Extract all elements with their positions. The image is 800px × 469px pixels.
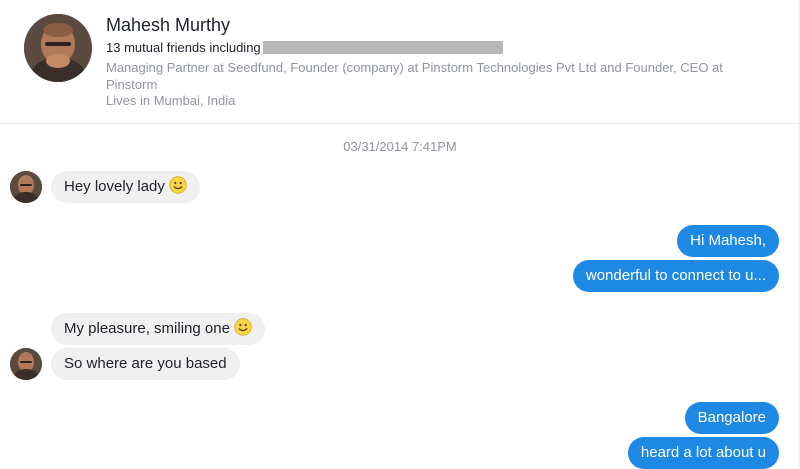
- redacted-names: [262, 41, 503, 54]
- message-text: heard a lot about u: [640, 444, 766, 461]
- sender-photo: [10, 348, 42, 380]
- mutual-friends-label: 13 mutual friends including: [106, 40, 261, 55]
- sender-avatar[interactable]: [10, 171, 42, 203]
- message-text: Hey lovely lady: [64, 178, 165, 195]
- sender-avatar[interactable]: [10, 348, 42, 380]
- conversation-timestamp: 03/31/2014 7:41PM: [343, 139, 457, 154]
- message-bubble-outgoing[interactable]: Hi Mahesh,: [677, 225, 779, 257]
- profile-header: Mahesh Murthy 13 mutual friends includin…: [0, 0, 798, 124]
- smile-emoji-icon: [234, 316, 252, 336]
- message-bubble-outgoing[interactable]: heard a lot about u: [627, 437, 779, 469]
- message-text: So where are you based: [64, 355, 227, 372]
- profile-location: Lives in Mumbai, India: [106, 93, 236, 108]
- smile-emoji-icon: [169, 174, 187, 194]
- message-bubble-incoming[interactable]: Hey lovely lady: [51, 171, 200, 203]
- mutual-friends[interactable]: 13 mutual friends including: [106, 40, 503, 55]
- message-text: Bangalore: [697, 409, 766, 426]
- profile-name[interactable]: Mahesh Murthy: [106, 15, 230, 36]
- sender-photo: [10, 171, 42, 203]
- message-bubble-incoming[interactable]: So where are you based: [51, 348, 240, 380]
- message-bubble-outgoing[interactable]: Bangalore: [684, 402, 779, 434]
- profile-avatar[interactable]: [24, 14, 92, 82]
- message-text: Hi Mahesh,: [690, 232, 766, 249]
- message-bubble-outgoing[interactable]: wonderful to connect to u...: [572, 260, 779, 292]
- profile-photo: [24, 14, 92, 82]
- message-text: wonderful to connect to u...: [585, 267, 766, 284]
- message-bubble-incoming[interactable]: My pleasure, smiling one: [51, 313, 265, 345]
- profile-work: Managing Partner at Seedfund, Founder (c…: [106, 60, 723, 92]
- message-text: My pleasure, smiling one: [64, 320, 230, 337]
